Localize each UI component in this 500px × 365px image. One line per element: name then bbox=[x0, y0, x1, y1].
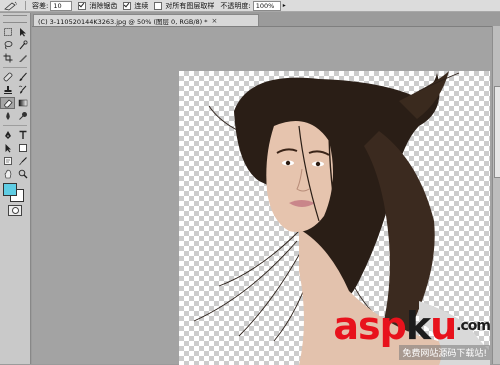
close-icon[interactable]: × bbox=[212, 17, 218, 25]
eyedropper-icon[interactable] bbox=[15, 155, 30, 167]
watermark-logo: aspku.com bbox=[333, 304, 491, 348]
path-select-icon[interactable] bbox=[0, 142, 15, 154]
watermark-subtitle: 免费网站源码下载站! bbox=[399, 345, 490, 360]
move-icon[interactable] bbox=[15, 26, 30, 38]
hand-icon[interactable] bbox=[0, 168, 15, 180]
marquee-icon[interactable] bbox=[0, 26, 15, 38]
all-layers-checkbox[interactable]: 对所有图层取样 bbox=[154, 1, 214, 11]
dodge-icon[interactable] bbox=[15, 110, 30, 122]
all-layers-label: 对所有图层取样 bbox=[165, 1, 215, 10]
document-title: (C) 3-110520144K3263.jpg @ 50% (图层 0, RG… bbox=[38, 17, 208, 26]
vertical-scrollbar[interactable] bbox=[492, 26, 500, 364]
watermark: aspku.com 免费网站源码下载站! bbox=[333, 304, 491, 360]
type-icon[interactable] bbox=[15, 129, 30, 141]
notes-icon[interactable] bbox=[0, 155, 15, 167]
clone-stamp-icon[interactable] bbox=[0, 84, 15, 96]
options-bar: 容差: 10 消除锯齿 连续 对所有图层取样 不透明度: 100% ▸ bbox=[0, 0, 500, 12]
pen-icon[interactable] bbox=[0, 129, 15, 141]
magic-eraser-icon[interactable] bbox=[3, 1, 19, 11]
contiguous-checkbox[interactable]: 连续 bbox=[123, 1, 148, 11]
divider bbox=[25, 1, 26, 10]
tolerance-input[interactable]: 10 bbox=[50, 0, 73, 11]
quick-select-icon[interactable] bbox=[15, 39, 30, 51]
gradient-icon[interactable] bbox=[15, 97, 30, 109]
toolbox bbox=[0, 13, 31, 364]
foreground-color-swatch[interactable] bbox=[3, 183, 17, 196]
divider bbox=[3, 67, 27, 68]
all-layers-check-icon[interactable] bbox=[154, 1, 163, 10]
document-tab[interactable]: (C) 3-110520144K3263.jpg @ 50% (图层 0, RG… bbox=[33, 14, 259, 26]
scrollbar-thumb[interactable] bbox=[494, 86, 500, 178]
healing-icon[interactable] bbox=[0, 71, 15, 83]
opacity-label: 不透明度: bbox=[220, 1, 251, 10]
antialias-checkbox[interactable]: 消除锯齿 bbox=[78, 1, 117, 11]
slice-icon[interactable] bbox=[15, 52, 30, 64]
antialias-check-icon[interactable] bbox=[78, 1, 87, 10]
contiguous-label: 连续 bbox=[134, 1, 149, 10]
crop-icon[interactable] bbox=[0, 52, 15, 64]
lasso-icon[interactable] bbox=[0, 39, 15, 51]
divider bbox=[3, 125, 27, 126]
color-swatches bbox=[0, 182, 30, 202]
toolbox-grip[interactable] bbox=[3, 15, 27, 23]
brush-icon[interactable] bbox=[15, 71, 30, 83]
opacity-input[interactable]: 100% bbox=[252, 0, 281, 11]
zoom-icon[interactable] bbox=[15, 168, 30, 180]
antialias-label: 消除锯齿 bbox=[89, 1, 118, 10]
contiguous-check-icon[interactable] bbox=[123, 1, 132, 10]
shape-icon[interactable] bbox=[15, 142, 30, 154]
blur-icon[interactable] bbox=[0, 110, 15, 122]
eraser-icon[interactable] bbox=[0, 97, 15, 109]
history-brush-icon[interactable] bbox=[15, 84, 30, 96]
quick-mask-icon[interactable] bbox=[8, 205, 22, 216]
opacity-dropdown-icon[interactable]: ▸ bbox=[283, 2, 286, 9]
tolerance-label: 容差: bbox=[32, 1, 49, 10]
